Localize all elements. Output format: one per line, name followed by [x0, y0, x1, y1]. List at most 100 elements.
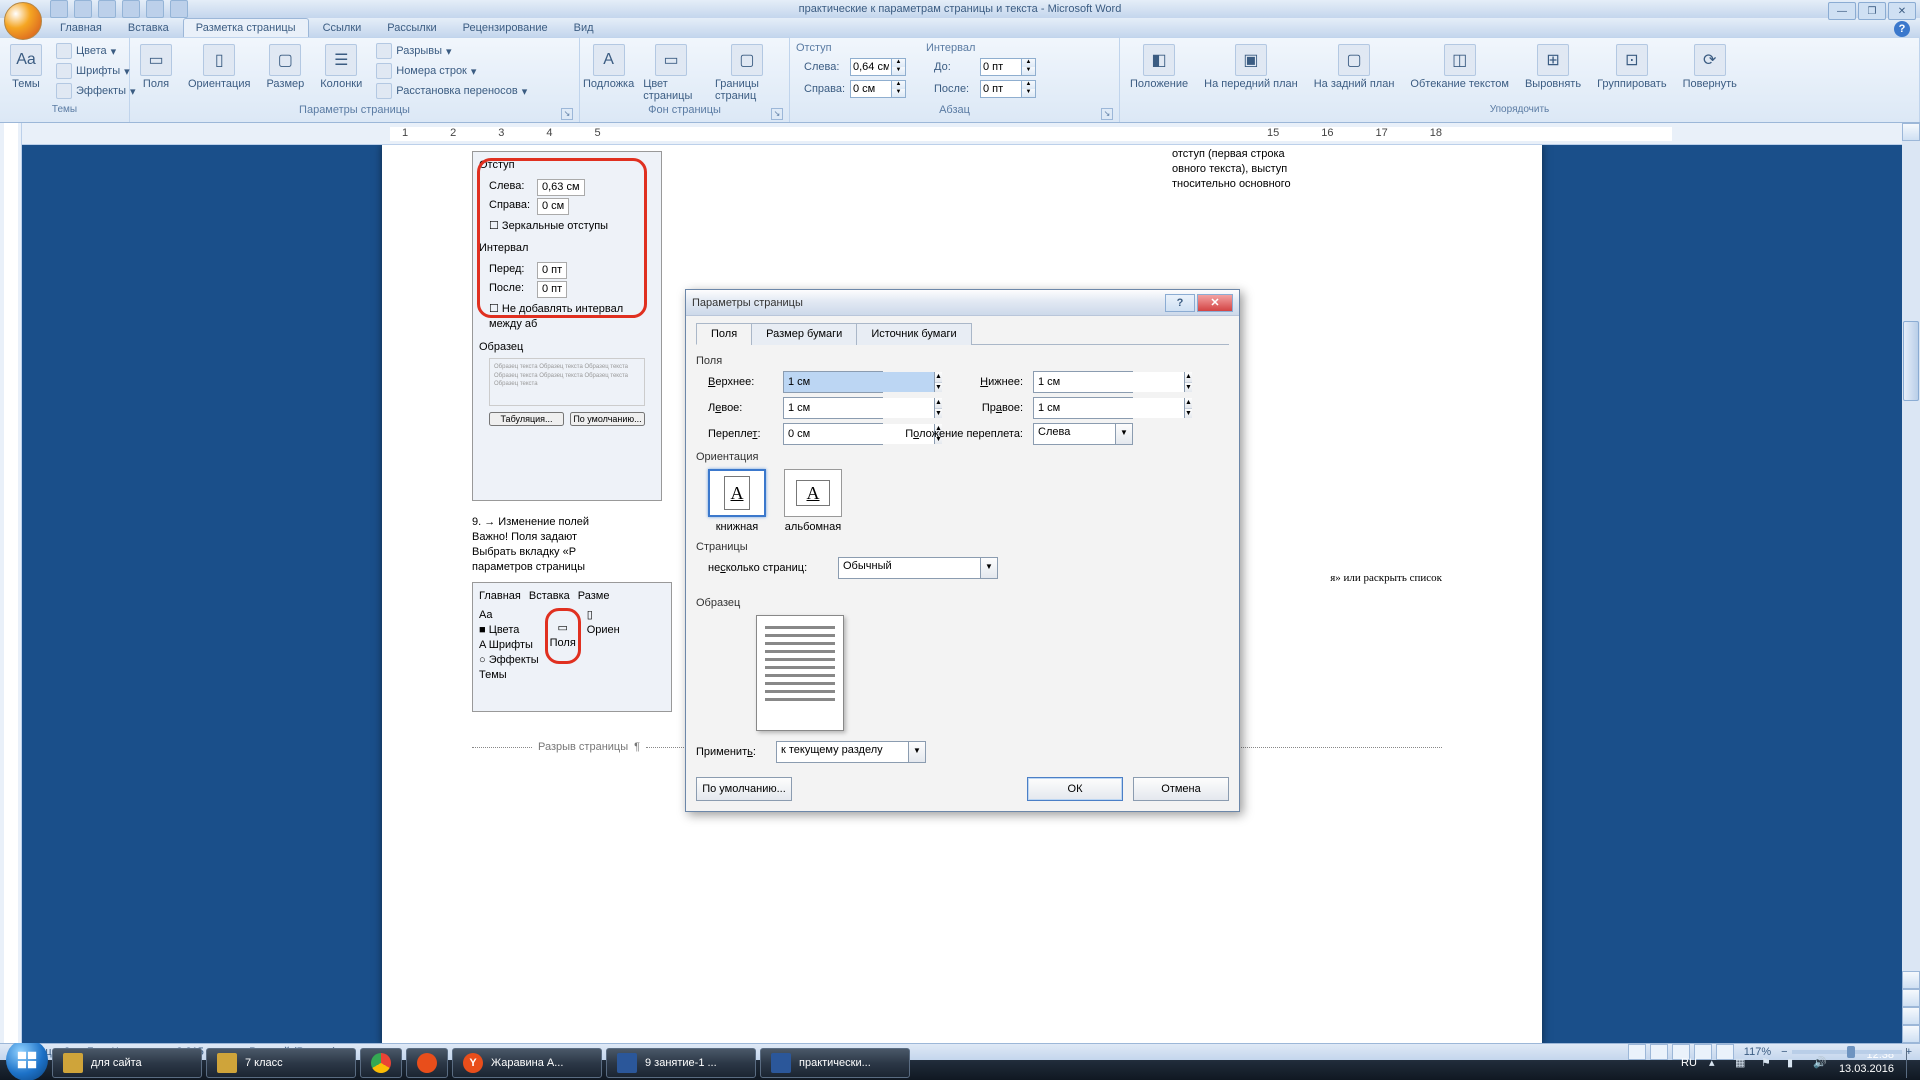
tray-show-hidden-icon[interactable]: ▴: [1709, 1056, 1723, 1070]
zoom-slider[interactable]: [1792, 1050, 1902, 1054]
browse-object-button[interactable]: [1902, 1007, 1920, 1025]
embedded-screenshot-2: ГлавнаяВставкаРазме Aa ■ Цвета A Шрифты …: [472, 582, 672, 712]
orientation-landscape[interactable]: A альбомная: [784, 469, 842, 533]
text-wrap-button[interactable]: ◫Обтекание текстом: [1406, 42, 1513, 92]
paragraph-launcher[interactable]: ↘: [1101, 108, 1113, 120]
taskbar-folder-2[interactable]: 7 класс: [206, 1048, 356, 1078]
help-icon[interactable]: ?: [1894, 21, 1910, 37]
qat-preview[interactable]: [122, 0, 140, 18]
prev-page-button[interactable]: [1902, 989, 1920, 1007]
dialog-close-button[interactable]: ✕: [1197, 294, 1233, 312]
indent-left-input[interactable]: ▲▼: [850, 58, 906, 76]
tab-references[interactable]: Ссылки: [311, 19, 374, 37]
tray-lang[interactable]: RU: [1681, 1057, 1697, 1069]
section-margins-label: Поля: [696, 355, 1229, 367]
tab-view[interactable]: Вид: [562, 19, 606, 37]
next-page-button[interactable]: [1902, 1025, 1920, 1043]
themes-button[interactable]: AaТемы: [6, 42, 46, 92]
spacing-after-input[interactable]: ▲▼: [980, 80, 1036, 98]
taskbar-yandex[interactable]: YЖаравина А...: [452, 1048, 602, 1078]
group-button[interactable]: ⊡Группировать: [1593, 42, 1671, 92]
page-color-button[interactable]: ▭Цвет страницы: [639, 42, 703, 104]
doc-fragment: тносительно основного: [1172, 177, 1442, 192]
cancel-button[interactable]: Отмена: [1133, 777, 1229, 801]
page-borders-button[interactable]: ▢Границы страниц: [711, 42, 783, 104]
margins-button[interactable]: ▭Поля: [136, 42, 176, 92]
hyphenation-button[interactable]: Расстановка переносов ▾: [374, 82, 529, 100]
size-button[interactable]: ▢Размер: [262, 42, 308, 92]
tray-network-icon[interactable]: ▦: [1735, 1056, 1749, 1070]
show-desktop-button[interactable]: [1906, 1048, 1914, 1078]
qat-print[interactable]: [146, 0, 164, 18]
view-print-layout[interactable]: [1628, 1044, 1646, 1060]
qat-more[interactable]: [170, 0, 188, 18]
dialog-tab-margins[interactable]: Поля: [696, 323, 752, 345]
tab-insert[interactable]: Вставка: [116, 19, 181, 37]
close-button[interactable]: ✕: [1888, 2, 1916, 20]
qat-save[interactable]: [50, 0, 68, 18]
align-button[interactable]: ⊞Выровнять: [1521, 42, 1585, 92]
input-left-margin[interactable]: ▲▼: [783, 397, 883, 419]
line-numbers-button[interactable]: Номера строк ▾: [374, 62, 529, 80]
bring-front-button[interactable]: ▣На передний план: [1200, 42, 1302, 92]
label-gutter-pos: Положение переплета:: [893, 428, 1023, 440]
theme-effects[interactable]: Эффекты ▾: [54, 82, 138, 100]
scroll-thumb[interactable]: [1903, 321, 1919, 401]
vertical-scrollbar[interactable]: [1902, 123, 1920, 1043]
taskbar-folder-1[interactable]: для сайта: [52, 1048, 202, 1078]
start-button[interactable]: [6, 1039, 48, 1080]
dialog-titlebar[interactable]: Параметры страницы ? ✕: [686, 290, 1239, 316]
pagesetup-launcher[interactable]: ↘: [561, 108, 573, 120]
dialog-tab-paper[interactable]: Размер бумаги: [751, 323, 857, 345]
tab-mailings[interactable]: Рассылки: [375, 19, 448, 37]
input-bottom-margin[interactable]: ▲▼: [1033, 371, 1133, 393]
spacing-before-input[interactable]: ▲▼: [980, 58, 1036, 76]
vertical-ruler[interactable]: [0, 123, 22, 1043]
orientation-portrait[interactable]: A книжная: [708, 469, 766, 533]
theme-fonts[interactable]: Шрифты ▾: [54, 62, 138, 80]
tab-review[interactable]: Рецензирование: [451, 19, 560, 37]
dialog-tab-source[interactable]: Источник бумаги: [856, 323, 971, 345]
indent-right-input[interactable]: ▲▼: [850, 80, 906, 98]
dialog-tabs: Поля Размер бумаги Источник бумаги: [696, 322, 1229, 345]
columns-button[interactable]: ☰Колонки: [316, 42, 366, 92]
horizontal-ruler[interactable]: 12345 15161718: [22, 123, 1902, 145]
scroll-down-button[interactable]: [1902, 971, 1920, 989]
orientation-button[interactable]: ▯Ориентация: [184, 42, 254, 92]
maximize-button[interactable]: ❐: [1858, 2, 1886, 20]
scroll-up-button[interactable]: [1902, 123, 1920, 141]
default-button[interactable]: По умолчанию...: [696, 777, 792, 801]
breaks-button[interactable]: Разрывы ▾: [374, 42, 529, 60]
rotate-button[interactable]: ⟳Повернуть: [1679, 42, 1741, 92]
tab-home[interactable]: Главная: [48, 19, 114, 37]
pagebg-launcher[interactable]: ↘: [771, 108, 783, 120]
input-top-margin[interactable]: ▲▼: [783, 371, 883, 393]
qat-redo[interactable]: [98, 0, 116, 18]
view-fullscreen[interactable]: [1650, 1044, 1668, 1060]
taskbar-app-orange[interactable]: [406, 1048, 448, 1078]
label-multipage: несколько страниц:: [708, 562, 828, 574]
taskbar-word-2[interactable]: практически...: [760, 1048, 910, 1078]
tray-battery-icon[interactable]: ▮: [1787, 1056, 1801, 1070]
spacing-title: Интервал: [926, 42, 1036, 54]
input-right-margin[interactable]: ▲▼: [1033, 397, 1133, 419]
position-button[interactable]: ◧Положение: [1126, 42, 1192, 92]
watermark-button[interactable]: AПодложка: [586, 42, 631, 92]
tab-page-layout[interactable]: Разметка страницы: [183, 18, 309, 37]
minimize-button[interactable]: —: [1828, 2, 1856, 20]
theme-colors[interactable]: Цвета ▾: [54, 42, 138, 60]
combo-apply-to[interactable]: к текущему разделу▼: [776, 741, 926, 763]
taskbar-word-1[interactable]: 9 занятие-1 ...: [606, 1048, 756, 1078]
dialog-help-button[interactable]: ?: [1165, 294, 1195, 312]
doc-fragment: я» или раскрыть список: [1330, 571, 1442, 586]
office-button[interactable]: [4, 2, 42, 40]
tray-volume-icon[interactable]: 🔊: [1813, 1056, 1827, 1070]
input-gutter[interactable]: ▲▼: [783, 423, 883, 445]
combo-gutter-pos[interactable]: Слева▼: [1033, 423, 1133, 445]
ok-button[interactable]: ОК: [1027, 777, 1123, 801]
send-back-button[interactable]: ▢На задний план: [1310, 42, 1399, 92]
taskbar-chrome[interactable]: [360, 1048, 402, 1078]
qat-undo[interactable]: [74, 0, 92, 18]
tray-flag-icon[interactable]: ⚑: [1761, 1056, 1775, 1070]
combo-multipage[interactable]: Обычный▼: [838, 557, 998, 579]
